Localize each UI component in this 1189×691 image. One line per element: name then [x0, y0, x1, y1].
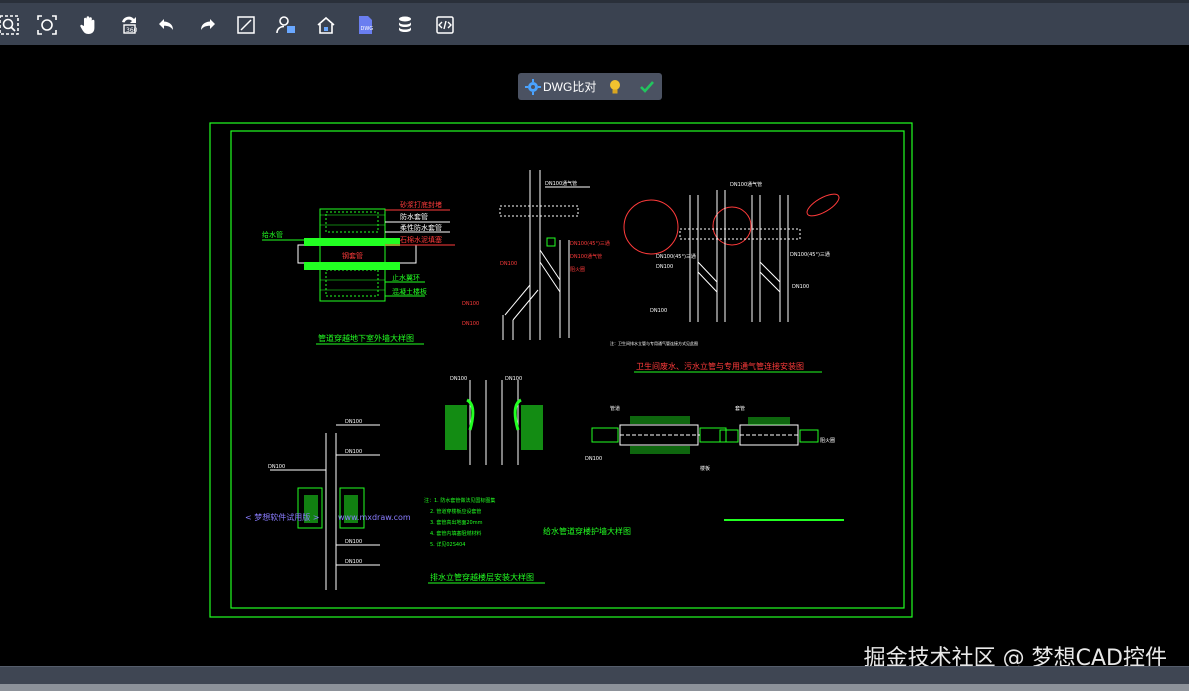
- svg-text:DN100: DN100: [345, 419, 362, 425]
- svg-text:DN100通气管: DN100通气管: [545, 180, 577, 187]
- notes: 注：1. 防水套管做法见国标图集 2. 管道穿楼板应设套管 3. 套管高出地面2…: [424, 497, 631, 584]
- site-url: www.mxdraw.com: [338, 513, 411, 522]
- svg-text:DN100: DN100: [650, 308, 667, 314]
- trial-notice: < 梦想软件试用版 >: [245, 512, 320, 522]
- detail-slab-sleeve: DN100 DN100: [445, 376, 543, 465]
- svg-text:DN100: DN100: [345, 539, 362, 545]
- bulb-icon[interactable]: [606, 78, 624, 96]
- note-1: 注：1. 防水套管做法见国标图集: [424, 497, 495, 504]
- label-l1: 砂浆打底封堵: [400, 200, 442, 209]
- dwg-compare-label: DWG比对: [543, 80, 597, 94]
- label-l5: 给水管: [262, 230, 283, 239]
- svg-text:DN100: DN100: [268, 464, 285, 470]
- svg-text:DN100: DN100: [345, 559, 362, 565]
- label-l3: 石棉水泥填塞: [400, 235, 442, 244]
- status-bar: [0, 666, 1189, 691]
- detail-floor-sleeves: 管道 楼板 套管 阻火圈 DN100: [585, 405, 844, 521]
- title-t1: 管道穿越地下室外墙大样图: [318, 333, 414, 343]
- label-l2: 防水套管: [400, 212, 428, 221]
- svg-text:DN100: DN100: [500, 261, 517, 267]
- label-l4: 柔性防水套管: [400, 223, 442, 232]
- note-2: 2. 管道穿楼板应设套管: [430, 508, 481, 515]
- compare-panel: DWG比对: [518, 73, 662, 100]
- detail-wall-penetration: 给水管 砂浆打底封堵 防水套管 柔性防水套管 石棉水泥填塞 止水翼环 混凝土楼板…: [262, 200, 455, 345]
- label-l6: DN100(45°)三通: [570, 240, 610, 247]
- horizontal-scrollbar[interactable]: [0, 684, 1189, 691]
- svg-text:DN100: DN100: [345, 449, 362, 455]
- note-5: 5. 详见02S404: [430, 541, 465, 548]
- gear-icon: [525, 78, 541, 95]
- title-t3: 排水立管穿越楼层安装大样图: [430, 572, 534, 582]
- label-l10: DN100通气管: [730, 181, 762, 188]
- svg-text:DN100: DN100: [505, 376, 522, 382]
- svg-text:DN100: DN100: [450, 376, 467, 382]
- note-3: 3. 套管高出地面20mm: [430, 519, 483, 526]
- detail-vent-pipe: DN100通气管 DN100(45°)三通 DN100通气管 阻火圈 DN100…: [462, 170, 610, 340]
- title-t2: 卫生间废水、污水立管与专用通气管连接安装图: [636, 361, 804, 371]
- label-l13: 钢套管: [342, 251, 363, 260]
- svg-text:注：卫生间排水立管与专用通气管连接方式见此图: 注：卫生间排水立管与专用通气管连接方式见此图: [610, 340, 698, 346]
- label-l23: 套管: [735, 405, 745, 412]
- label-l20: DN100: [656, 264, 673, 270]
- outer-frame: [209, 122, 913, 618]
- svg-text:DN100: DN100: [462, 321, 479, 327]
- svg-text:DN100: DN100: [585, 456, 602, 462]
- check-icon[interactable]: [638, 78, 656, 96]
- label-l7: DN100(45°)三通: [656, 253, 696, 260]
- label-l21: 管道: [610, 405, 620, 412]
- label-l8: DN100(45°)三通: [790, 251, 830, 258]
- label-l11: 阻火圈: [570, 266, 585, 273]
- label-l9: DN100通气管: [570, 253, 602, 260]
- title-t4: 给水管道穿楼护墙大样图: [543, 526, 631, 536]
- label-l12: 止水翼环: [392, 273, 420, 282]
- label-l24: 阻火圈: [820, 437, 835, 444]
- detail-stack-connection: DN100通气管 DN100(45°)三通 DN100 DN100(45°)三通…: [610, 181, 840, 373]
- dwg-compare-button[interactable]: DWG比对: [525, 78, 596, 95]
- label-l14: 混凝土楼板: [392, 287, 427, 296]
- detail-drain-stack: DN100 DN100 DN100 DN100 DN100 < 梦想软件试用版 …: [245, 419, 411, 590]
- svg-text:DN100: DN100: [792, 284, 809, 290]
- note-4: 4. 套管内填塞阻燃材料: [430, 530, 481, 537]
- label-l22: 楼板: [700, 465, 710, 472]
- svg-text:DN100: DN100: [462, 301, 479, 307]
